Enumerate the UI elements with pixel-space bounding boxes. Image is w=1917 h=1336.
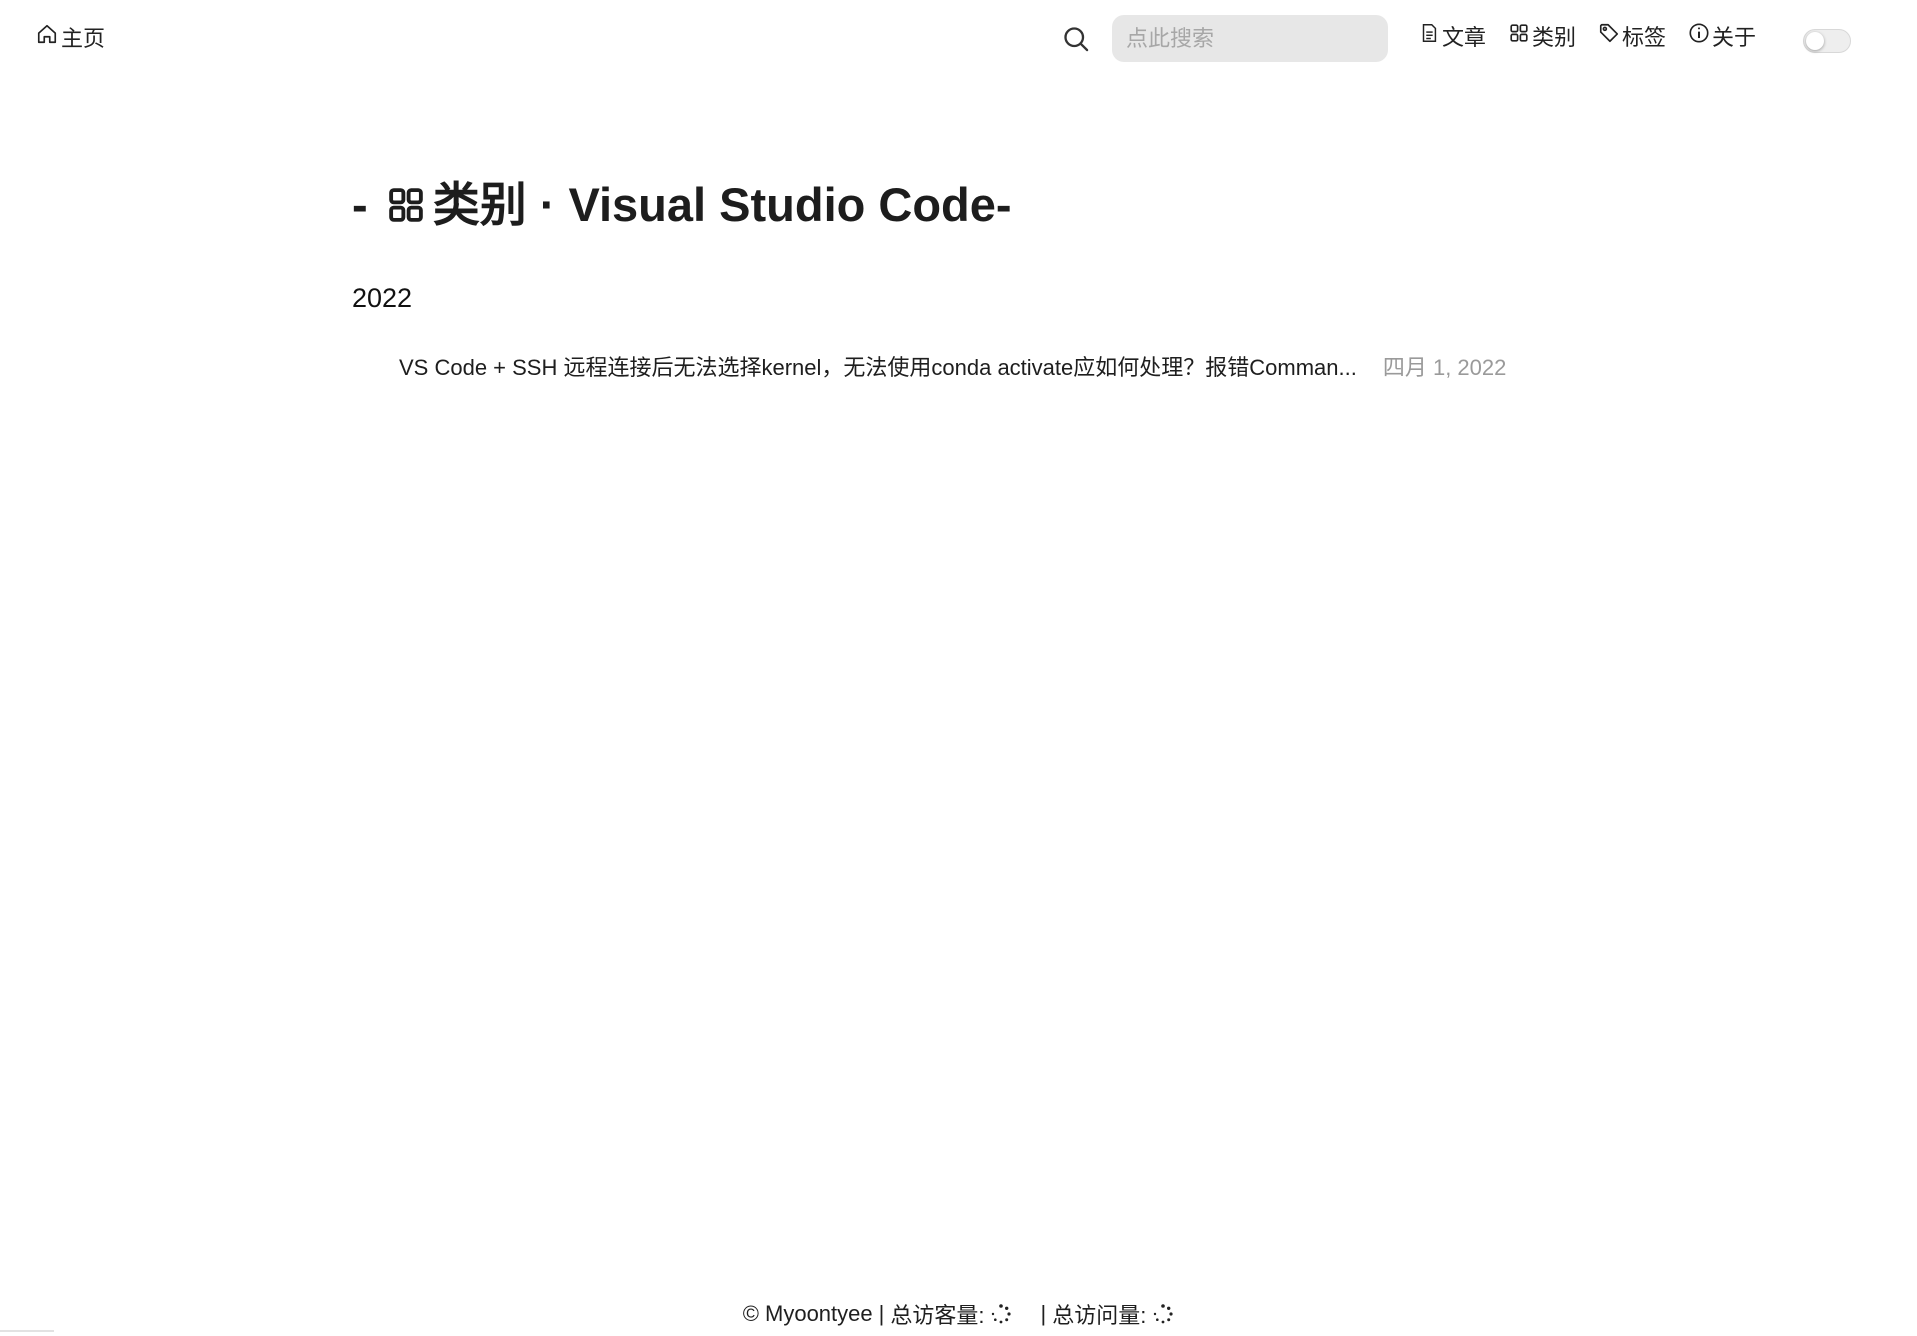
title-prefix: - (352, 178, 381, 231)
search-input[interactable] (1112, 15, 1388, 62)
main-nav: 文章 类别 标签 关于 (1418, 20, 1756, 52)
post-title-link[interactable]: VS Code + SSH 远程连接后无法选择kernel，无法使用conda … (399, 350, 1357, 382)
footer: © Myoontyee | 总访客量: | 总访问量: (0, 1296, 1917, 1332)
main-content: - 类别 · Visual Studio Code- 2022 VS Code … (352, 170, 1532, 382)
loading-spinner-icon (1152, 1303, 1174, 1325)
list-item: VS Code + SSH 远程连接后无法选择kernel，无法使用conda … (399, 350, 1532, 382)
views-label: 总访问量: (1052, 1303, 1147, 1328)
nav-item-categories[interactable]: 类别 (1508, 20, 1576, 52)
visitors-label: 总访客量: (890, 1303, 985, 1328)
year-heading: 2022 (352, 283, 413, 313)
search-icon[interactable] (1058, 21, 1094, 57)
nav-item-tags[interactable]: 标签 (1598, 20, 1666, 52)
toggle-knob (1806, 32, 1824, 50)
document-icon (1418, 22, 1440, 50)
search-area (1058, 15, 1388, 62)
nav-item-articles[interactable]: 文章 (1418, 20, 1486, 52)
footer-divider: | (878, 1301, 885, 1326)
nav-label: 文章 (1442, 25, 1487, 50)
nav-label: 标签 (1622, 25, 1667, 50)
tag-icon (1598, 22, 1620, 50)
page-title: - 类别 · Visual Studio Code- (352, 170, 1532, 240)
home-label: 主页 (61, 26, 106, 51)
corner-divider (0, 1330, 54, 1332)
copyright: © Myoontyee (742, 1301, 873, 1326)
post-date: 四月 1, 2022 (1382, 355, 1507, 380)
home-icon (36, 23, 58, 51)
nav-label: 类别 (1532, 25, 1577, 50)
theme-toggle[interactable] (1803, 29, 1851, 53)
info-icon (1688, 22, 1710, 50)
top-navbar: 主页 文章 (0, 0, 1917, 76)
grid-icon (385, 184, 427, 226)
loading-spinner-icon (990, 1303, 1012, 1325)
title-suffix: · Visual Studio Code- (526, 178, 1012, 231)
title-category: 类别 (432, 178, 527, 231)
footer-divider: | (1040, 1301, 1047, 1326)
home-link[interactable]: 主页 (36, 22, 105, 52)
grid-icon (1508, 22, 1530, 50)
nav-label: 关于 (1712, 25, 1757, 50)
nav-item-about[interactable]: 关于 (1688, 20, 1756, 52)
